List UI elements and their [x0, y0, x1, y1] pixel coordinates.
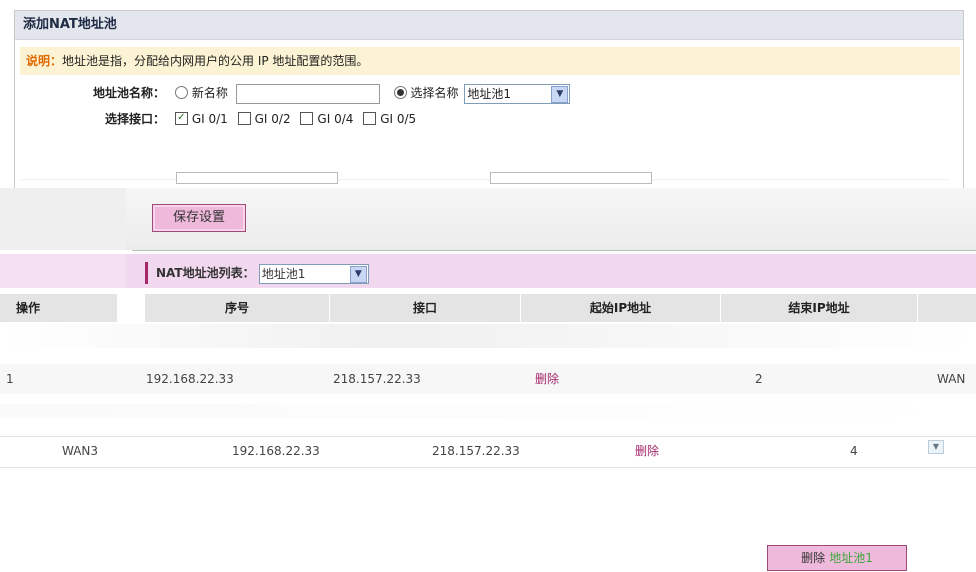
select-name-radio[interactable]: [393, 86, 407, 99]
render-glitch-strip: [20, 170, 950, 188]
pool-list-select[interactable]: 地址池1 ▼: [258, 263, 369, 284]
chevron-down-icon: ▼: [551, 85, 569, 103]
header-end-ip: 结束IP地址: [721, 294, 918, 322]
interface-label-gi01: GI 0/1: [191, 112, 228, 126]
interface-row: 选择接口： ✓ GI 0/1 GI 0/2 GI 0/4 GI 0/5: [15, 107, 416, 131]
note-label: 说明：: [26, 54, 63, 68]
row2-end-ip: 218.157.22.33: [432, 444, 520, 458]
toolbar-left-block: [0, 188, 126, 250]
divider: [132, 250, 976, 251]
note-text: 地址池是指，分配给内网用户的公用 IP 地址配置的范围。: [62, 54, 369, 68]
select-name-option-label: 选择名称: [410, 86, 459, 100]
lower-area: 保存设置 NAT地址池列表： 地址池1 ▼ 操作 序号 接口 起始IP地址 结束I…: [0, 188, 976, 572]
panel-title: 添加NAT地址池: [15, 11, 963, 40]
glitch-field-b: [490, 172, 652, 184]
glitch-row: [0, 324, 976, 348]
row2-start-ip: 192.168.22.33: [232, 444, 320, 458]
interface-checkbox-gi04[interactable]: [300, 112, 314, 125]
interface-label-gi02: GI 0/2: [254, 112, 291, 126]
new-name-input[interactable]: [235, 83, 380, 104]
interface-checkbox-gi01[interactable]: ✓: [174, 112, 188, 125]
row2-first: WAN3: [62, 444, 99, 458]
delete-pool-button[interactable]: 删除 地址池1: [767, 545, 907, 571]
pool-name-label: 地址池名称：: [92, 86, 165, 100]
corner-select-icon: ▼: [928, 440, 944, 454]
row1-start-ip: 192.168.22.33: [146, 372, 234, 386]
interface-checkbox-gi05[interactable]: [363, 112, 377, 125]
pool-name-row: 地址池名称： 新名称 选择名称 地址池1 ▼: [15, 81, 571, 105]
interface-label: 选择接口：: [104, 112, 165, 126]
row1-delete-link[interactable]: 删除: [535, 364, 559, 394]
toolbar-band: [0, 188, 976, 250]
pool-list-select-value: 地址池1: [261, 266, 306, 281]
chevron-down-icon: ▼: [349, 265, 367, 283]
header-interface: 接口: [330, 294, 521, 322]
glitch-row: [0, 404, 976, 418]
note-box: 说明：地址池是指，分配给内网用户的公用 IP 地址配置的范围。: [20, 47, 960, 75]
header-extra: [918, 294, 976, 322]
pool-list-band-left: [0, 254, 126, 288]
interface-label-gi05: GI 0/5: [380, 112, 417, 126]
pool-select-value: 地址池1: [467, 86, 511, 101]
delete-pool-name: 地址池1: [829, 551, 873, 565]
delete-pool-label: 删除: [801, 551, 826, 565]
pool-list-bar: NAT地址池列表： 地址池1 ▼: [145, 262, 369, 284]
row1-end-ip: 218.157.22.33: [333, 372, 421, 386]
new-name-radio[interactable]: [174, 86, 188, 99]
row1-interface: WAN: [937, 372, 966, 386]
pool-select[interactable]: 地址池1 ▼: [464, 83, 571, 104]
header-start-ip: 起始IP地址: [521, 294, 721, 322]
header-index: 序号: [145, 294, 330, 322]
save-settings-button[interactable]: 保存设置: [152, 204, 246, 232]
pool-list-label: NAT地址池列表：: [156, 266, 255, 280]
new-name-option-label: 新名称: [191, 86, 228, 100]
header-operation: 操作: [0, 294, 118, 322]
row1-first: 1: [6, 372, 14, 386]
glitch-field-a: [176, 172, 338, 184]
interface-checkbox-gi02[interactable]: [237, 112, 251, 125]
row1-index: 2: [755, 372, 763, 386]
row2-index: 4: [850, 444, 858, 458]
interface-label-gi04: GI 0/4: [317, 112, 354, 126]
add-nat-pool-panel: 添加NAT地址池 说明：地址池是指，分配给内网用户的公用 IP 地址配置的范围。…: [14, 10, 964, 189]
row2-delete-link[interactable]: 删除: [635, 436, 659, 466]
